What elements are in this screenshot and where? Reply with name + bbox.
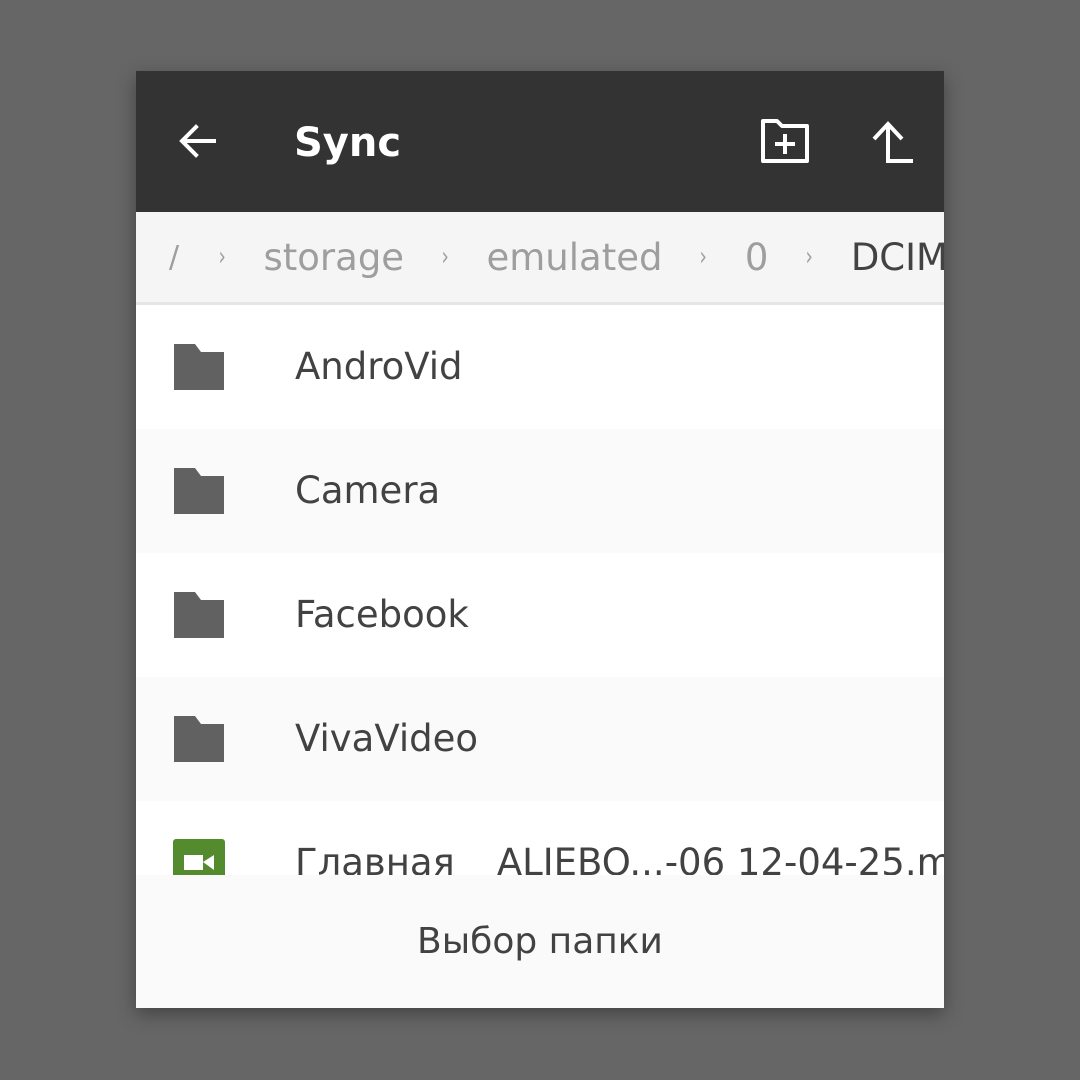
dialog-footer: Выбор папки <box>136 875 944 1008</box>
select-folder-button[interactable]: Выбор папки <box>136 875 944 1008</box>
breadcrumb-item-0[interactable]: 0 <box>745 236 769 279</box>
video-file-icon <box>173 839 225 875</box>
list-item-name: VivaVideo <box>295 717 479 760</box>
list-item-name: Camera <box>295 469 441 512</box>
back-button[interactable] <box>176 119 220 163</box>
breadcrumb-track: / › storage › emulated › 0 › DCIM <box>169 212 944 302</box>
breadcrumb-separator: › <box>441 242 449 272</box>
breadcrumb-item-root[interactable]: / <box>169 240 179 275</box>
breadcrumb: / › storage › emulated › 0 › DCIM <box>136 212 944 305</box>
breadcrumb-item-storage[interactable]: storage <box>264 236 405 279</box>
list-item[interactable]: AndroVid <box>136 305 944 429</box>
list-item-name: AndroVid <box>295 345 463 388</box>
folder-picker-dialog: Sync / › storage › emulated › 0 › DCIM A… <box>136 71 944 1008</box>
list-item[interactable]: Главная _ ALIEBO...-06 12-04-25.mp4 <box>136 801 944 875</box>
breadcrumb-separator: › <box>700 242 708 272</box>
level-up-icon <box>872 121 913 163</box>
list-item-name: Facebook <box>295 593 469 636</box>
list-item-name: Главная _ ALIEBO...-06 12-04-25.mp4 <box>295 841 944 875</box>
file-list[interactable]: AndroVid Camera Facebook VivaVideo Главн… <box>136 305 944 875</box>
breadcrumb-item-dcim[interactable]: DCIM <box>851 236 944 279</box>
toolbar: Sync <box>136 71 944 212</box>
breadcrumb-separator: › <box>218 242 226 272</box>
arrow-left-icon <box>179 124 216 158</box>
breadcrumb-separator: › <box>805 242 814 272</box>
list-item[interactable]: VivaVideo <box>136 677 944 801</box>
folder-icon <box>174 592 224 638</box>
go-up-button[interactable] <box>866 119 916 165</box>
folder-icon <box>174 716 224 762</box>
new-folder-button[interactable] <box>758 117 812 165</box>
folder-icon <box>174 468 224 514</box>
toolbar-title: Sync <box>294 120 402 166</box>
list-item[interactable]: Camera <box>136 429 944 553</box>
create-new-folder-icon <box>761 119 809 163</box>
breadcrumb-item-emulated[interactable]: emulated <box>486 236 662 279</box>
folder-icon <box>174 344 224 390</box>
list-item[interactable]: Facebook <box>136 553 944 677</box>
